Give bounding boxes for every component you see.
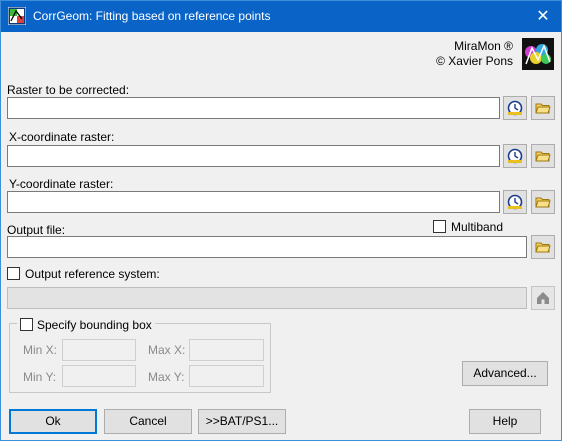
folder-icon [535, 197, 551, 208]
multiband-label: Multiband [451, 220, 504, 234]
cancel-button[interactable]: Cancel [104, 409, 192, 434]
dialog-window: CorrGeom: Fitting based on reference poi… [0, 0, 562, 441]
multiband-checkbox[interactable] [433, 220, 446, 233]
output-file-input[interactable] [7, 236, 527, 258]
output-ref-select-button[interactable] [531, 286, 555, 310]
min-x-label: Min X: [23, 343, 58, 357]
bounding-box-checkbox[interactable] [20, 318, 33, 331]
max-y-input[interactable] [189, 365, 264, 387]
y-coord-browse-button[interactable] [531, 190, 555, 214]
raster-input[interactable] [7, 97, 500, 119]
folder-icon [535, 103, 551, 114]
x-coord-browse-button[interactable] [531, 144, 555, 168]
help-button[interactable]: Help [469, 409, 541, 434]
max-x-input[interactable] [189, 339, 264, 361]
min-y-input[interactable] [62, 365, 136, 387]
ok-button[interactable]: Ok [9, 409, 97, 434]
home-icon [537, 292, 549, 304]
close-button[interactable]: ✕ [525, 1, 561, 32]
brand-name: MiraMon ® [454, 39, 513, 53]
folder-icon [535, 242, 551, 253]
bounding-box-legend: Specify bounding box [17, 316, 155, 332]
app-icon [7, 6, 27, 26]
bounding-box-label: Specify bounding box [37, 318, 152, 332]
raster-clock-button[interactable] [503, 96, 527, 120]
max-x-label: Max X: [148, 343, 186, 357]
clock-icon [507, 100, 523, 116]
y-coord-clock-button[interactable] [503, 190, 527, 214]
clock-icon [507, 194, 523, 210]
min-x-input[interactable] [62, 339, 136, 361]
brand-block: MiraMon ® © Xavier Pons [436, 39, 513, 69]
output-file-browse-button[interactable] [531, 235, 555, 259]
output-ref-input[interactable] [7, 287, 527, 309]
advanced-button[interactable]: Advanced... [462, 361, 548, 386]
output-file-label: Output file: [7, 223, 66, 237]
window-title: CorrGeom: Fitting based on reference poi… [33, 9, 271, 23]
raster-label: Raster to be corrected: [7, 83, 130, 97]
y-coord-input[interactable] [7, 191, 500, 213]
y-coord-label: Y-coordinate raster: [9, 177, 114, 191]
x-coord-label: X-coordinate raster: [9, 130, 115, 144]
title-bar: CorrGeom: Fitting based on reference poi… [1, 1, 561, 32]
bat-ps1-button[interactable]: >>BAT/PS1... [198, 409, 286, 434]
output-ref-checkbox[interactable] [7, 267, 20, 280]
x-coord-clock-button[interactable] [503, 144, 527, 168]
min-y-label: Min Y: [23, 370, 57, 384]
raster-browse-button[interactable] [531, 96, 555, 120]
x-coord-input[interactable] [7, 145, 500, 167]
folder-icon [535, 151, 551, 162]
brand-author: © Xavier Pons [436, 54, 513, 68]
miramon-logo-icon [522, 38, 554, 70]
clock-icon [507, 148, 523, 164]
output-ref-label: Output reference system: [25, 267, 160, 281]
max-y-label: Max Y: [148, 370, 185, 384]
